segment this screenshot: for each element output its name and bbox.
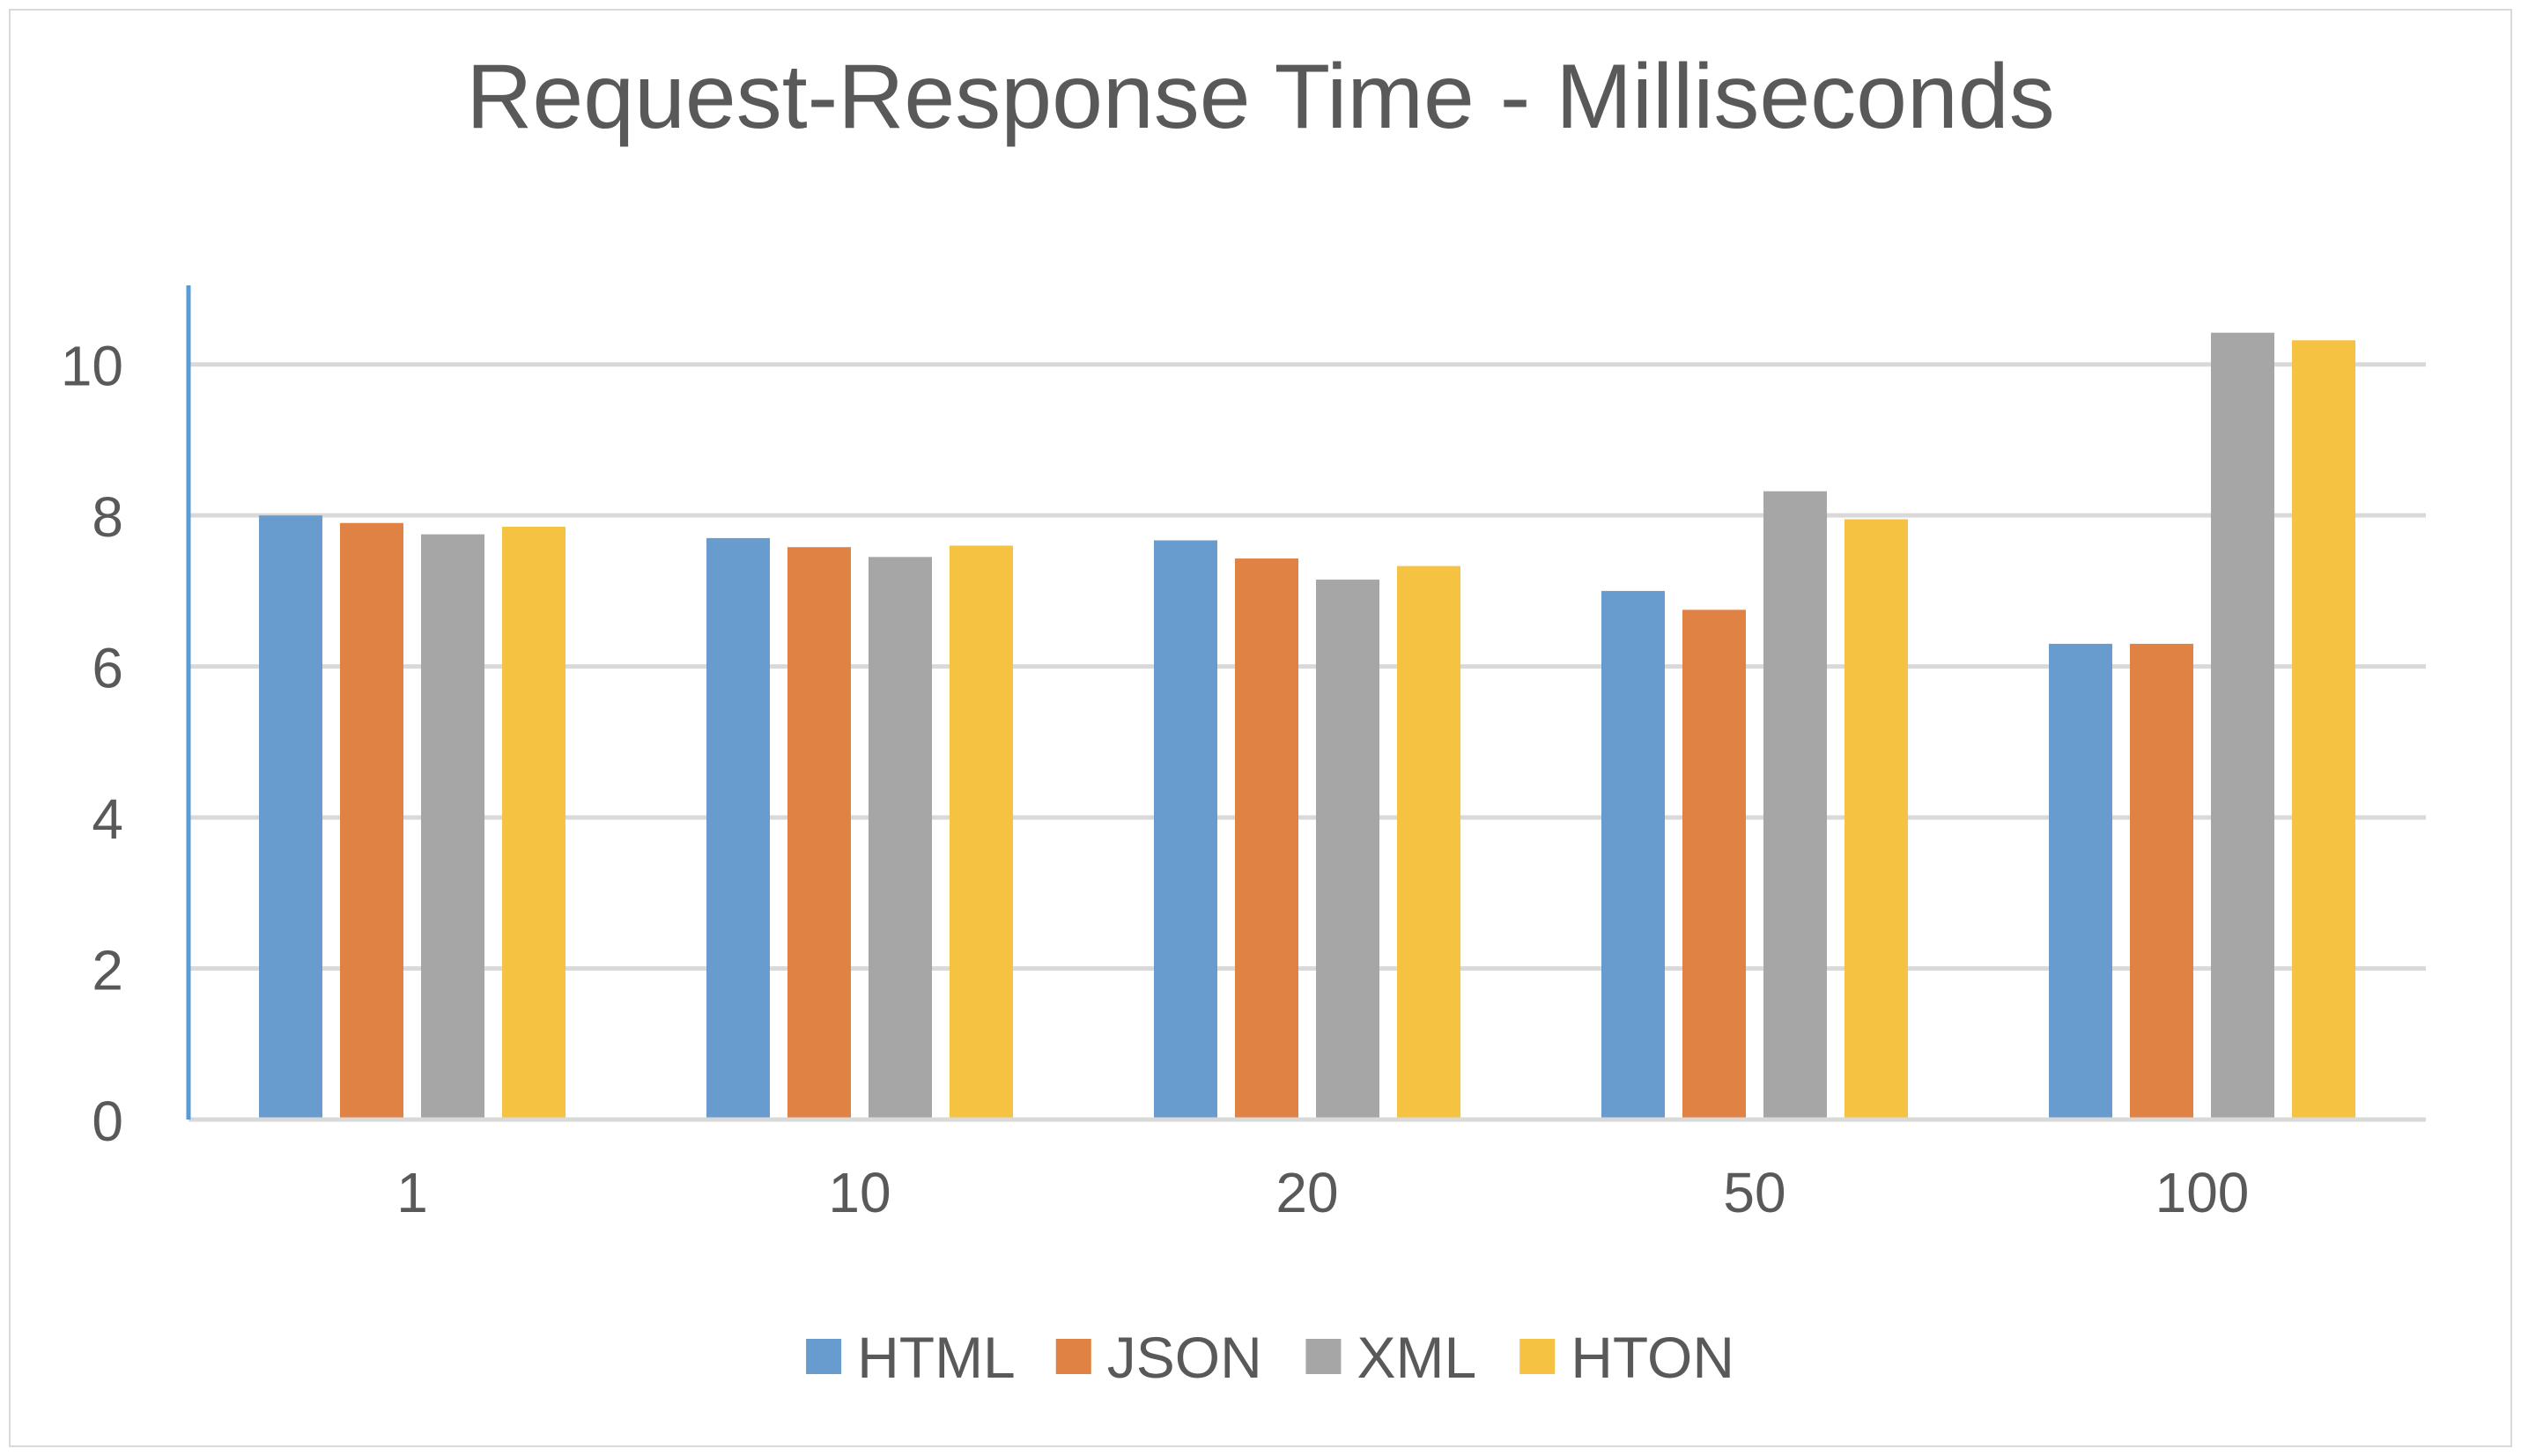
y-tick-label: 8 (92, 485, 123, 549)
y-tick-label: 2 (92, 939, 123, 1002)
legend-label: HTML (857, 1325, 1016, 1390)
y-tick-label: 0 (92, 1090, 123, 1153)
bar-xml (1763, 491, 1827, 1120)
legend-item-xml: XML (1305, 1325, 1476, 1390)
bar-json (1682, 610, 1746, 1120)
chart-title: Request-Response Time - Milliseconds (466, 46, 2054, 148)
x-tick-label: 1 (396, 1161, 428, 1224)
bar-xml (869, 557, 932, 1120)
legend-item-html: HTML (806, 1325, 1016, 1390)
legend-label: XML (1357, 1325, 1476, 1390)
bar-hton (1397, 565, 1460, 1120)
legend-item-json: JSON (1055, 1325, 1262, 1390)
bar-json (340, 522, 403, 1120)
bar-xml (1316, 580, 1379, 1120)
bar-hton (1845, 519, 1908, 1120)
bar-html (706, 537, 770, 1120)
bar-hton (2292, 340, 2355, 1120)
y-tick-label: 10 (61, 335, 123, 398)
x-tick-label: 100 (2155, 1161, 2250, 1224)
x-tick-label: 10 (828, 1161, 891, 1224)
y-tick-label: 4 (92, 787, 123, 851)
legend-label: HTON (1571, 1325, 1734, 1390)
bar-html (1154, 540, 1217, 1120)
legend-swatch (1055, 1339, 1091, 1374)
x-axis-tick-labels: 1 10 20 50 100 (396, 1161, 2249, 1224)
bar-xml (421, 534, 484, 1120)
legend-swatch (1305, 1339, 1342, 1374)
bar-json (2130, 643, 2193, 1120)
bar-xml (2211, 332, 2274, 1120)
legend-item-hton: HTON (1519, 1325, 1734, 1390)
legend-swatch (1519, 1339, 1556, 1374)
y-axis-tick-labels: 0 2 4 6 8 10 (61, 335, 123, 1153)
bar-html (1601, 590, 1665, 1120)
bars (259, 332, 2355, 1120)
chart-frame: Request-Response Time - Milliseconds 0 2 4… (9, 9, 2512, 1447)
bar-html (259, 515, 322, 1120)
bar-json (1235, 558, 1298, 1120)
bar-hton (950, 545, 1013, 1120)
legend-swatch (806, 1339, 842, 1374)
bar-hton (502, 527, 566, 1120)
bar-json (787, 547, 851, 1120)
legend: HTML JSON XML HTON (806, 1325, 1734, 1390)
legend-label: JSON (1107, 1325, 1262, 1390)
bar-html (2049, 643, 2112, 1120)
bar-chart: Request-Response Time - Milliseconds 0 2 4… (61, 46, 2426, 1390)
y-tick-label: 6 (92, 637, 123, 700)
x-tick-label: 20 (1275, 1161, 1338, 1224)
x-tick-label: 50 (1723, 1161, 1785, 1224)
